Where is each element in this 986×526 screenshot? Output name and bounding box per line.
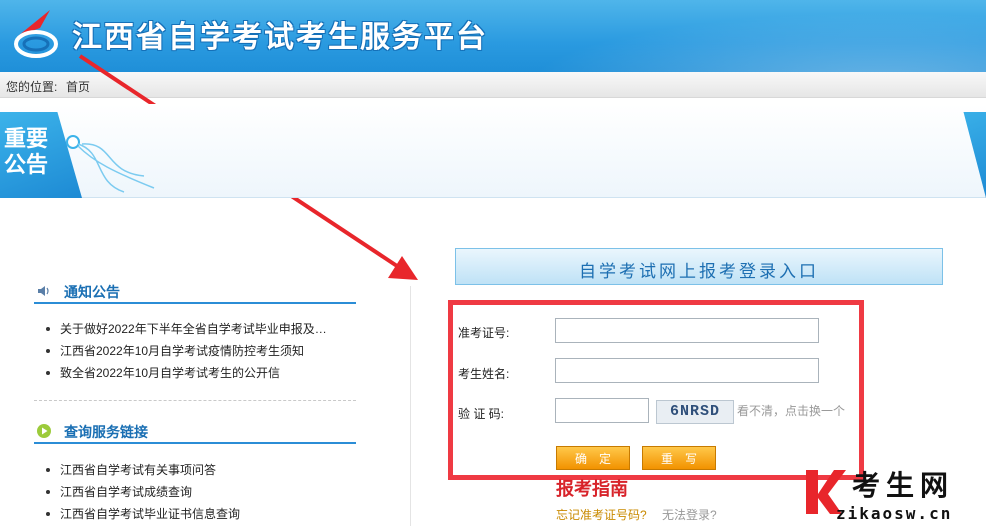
notices-title: 通知公告: [64, 284, 120, 300]
exam-id-input[interactable]: [555, 318, 819, 343]
notices-section-header: 通知公告: [34, 280, 356, 304]
captcha-refresh-link[interactable]: 看不清，点击换一个: [737, 402, 845, 419]
watermark-en: zikaosw.cn: [836, 504, 953, 523]
watermark: 考生网 zikaosw.cn: [800, 462, 986, 526]
name-input[interactable]: [555, 358, 819, 383]
service-link[interactable]: 江西省自学考试毕业证书信息查询: [44, 503, 240, 525]
column-divider: [410, 286, 411, 526]
links-title: 查询服务链接: [64, 424, 148, 440]
cannot-login-link[interactable]: 无法登录?: [662, 506, 717, 523]
exam-id-label: 准考证号:: [458, 326, 510, 340]
notices-list: 关于做好2022年下半年全省自学考试毕业申报及… 江西省2022年10月自学考试…: [44, 318, 327, 384]
login-title-text: 自学考试网上报考登录入口: [579, 262, 819, 281]
section-divider: [34, 400, 356, 401]
notice-line-2: 公告: [4, 152, 49, 177]
forgot-exam-id-link[interactable]: 忘记准考证号码?: [556, 506, 647, 523]
links-section-header: 查询服务链接: [34, 420, 356, 444]
captcha-image[interactable]: 6NRSD: [656, 400, 734, 424]
notice-item[interactable]: 关于做好2022年下半年全省自学考试毕业申报及…: [44, 318, 327, 340]
ribbon-decoration-icon: [66, 135, 155, 193]
service-link[interactable]: 江西省自学考试成绩查询: [44, 481, 240, 503]
reset-button[interactable]: 重写: [642, 446, 716, 470]
name-label: 考生姓名:: [458, 367, 510, 381]
banner-right-tab: [963, 112, 986, 198]
notice-item[interactable]: 江西省2022年10月自学考试疫情防控考生须知: [44, 340, 327, 362]
links-list: 江西省自学考试有关事项问答 江西省自学考试成绩查询 江西省自学考试毕业证书信息查…: [44, 459, 240, 525]
registration-guide-link[interactable]: 报考指南: [556, 475, 628, 501]
notice-line-1: 重要: [4, 126, 49, 151]
login-panel-title: 自学考试网上报考登录入口: [455, 248, 943, 285]
service-link[interactable]: 江西省自学考试有关事项问答: [44, 459, 240, 481]
captcha-label: 验 证 码:: [458, 407, 505, 421]
confirm-button[interactable]: 确定: [556, 446, 630, 470]
important-notice-banner: 重要 公告: [0, 104, 986, 198]
captcha-input[interactable]: [555, 398, 649, 423]
notice-tab-text: 重要 公告: [4, 126, 48, 178]
play-circle-icon: [37, 424, 51, 438]
watermark-cn: 考生网: [852, 469, 955, 502]
notice-item[interactable]: 致全省2022年10月自学考试考生的公开信: [44, 362, 327, 384]
speaker-icon: [38, 286, 49, 296]
